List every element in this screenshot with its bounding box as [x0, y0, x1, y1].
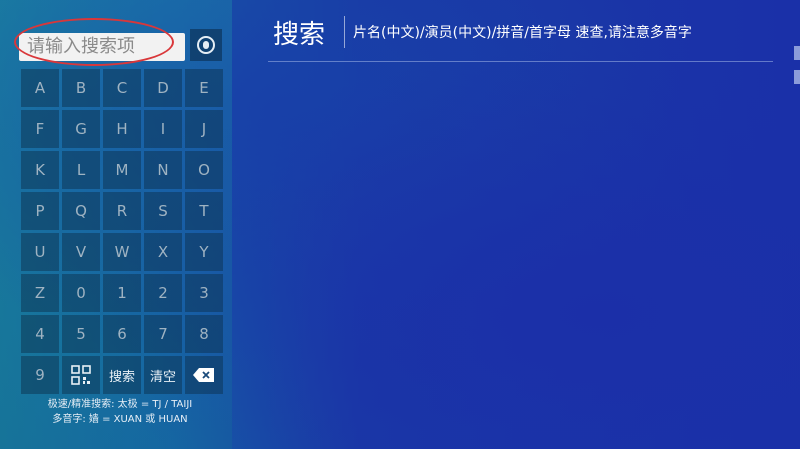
key-e[interactable]: E	[185, 69, 223, 107]
key-y[interactable]: Y	[185, 233, 223, 271]
key-t[interactable]: T	[185, 192, 223, 230]
header-divider	[268, 61, 773, 62]
key-7[interactable]: 7	[144, 315, 182, 353]
key-5[interactable]: 5	[62, 315, 100, 353]
voice-search-button[interactable]	[190, 29, 222, 61]
key-3[interactable]: 3	[185, 274, 223, 312]
search-key[interactable]: 搜索	[103, 356, 141, 394]
qr-code-icon	[71, 365, 91, 385]
key-a[interactable]: A	[21, 69, 59, 107]
key-1[interactable]: 1	[103, 274, 141, 312]
qr-code-button[interactable]	[62, 356, 100, 394]
key-2[interactable]: 2	[144, 274, 182, 312]
search-instructions: 片名(中文)/演员(中文)/拼音/首字母 速查,请注意多音字	[353, 25, 692, 41]
key-v[interactable]: V	[62, 233, 100, 271]
key-q[interactable]: Q	[62, 192, 100, 230]
key-g[interactable]: G	[62, 110, 100, 148]
key-s[interactable]: S	[144, 192, 182, 230]
key-f[interactable]: F	[21, 110, 59, 148]
key-m[interactable]: M	[103, 151, 141, 189]
side-tab	[794, 70, 800, 84]
title-divider	[344, 16, 345, 48]
key-0[interactable]: 0	[62, 274, 100, 312]
key-b[interactable]: B	[62, 69, 100, 107]
page-title: 搜索	[273, 20, 326, 50]
key-z[interactable]: Z	[21, 274, 59, 312]
key-d[interactable]: D	[144, 69, 182, 107]
key-4[interactable]: 4	[21, 315, 59, 353]
key-l[interactable]: L	[62, 151, 100, 189]
voice-search-icon	[197, 36, 215, 54]
key-h[interactable]: H	[103, 110, 141, 148]
key-u[interactable]: U	[21, 233, 59, 271]
key-w[interactable]: W	[103, 233, 141, 271]
key-8[interactable]: 8	[185, 315, 223, 353]
key-9[interactable]: 9	[21, 356, 59, 394]
key-c[interactable]: C	[103, 69, 141, 107]
key-6[interactable]: 6	[103, 315, 141, 353]
key-o[interactable]: O	[185, 151, 223, 189]
key-p[interactable]: P	[21, 192, 59, 230]
search-input[interactable]: 请输入搜索项	[19, 33, 185, 61]
key-x[interactable]: X	[144, 233, 182, 271]
clear-key[interactable]: 清空	[144, 356, 182, 394]
key-i[interactable]: I	[144, 110, 182, 148]
key-r[interactable]: R	[103, 192, 141, 230]
backspace-icon	[193, 368, 214, 382]
key-j[interactable]: J	[185, 110, 223, 148]
hint-line-1: 极速/精准搜索: 太极 = TJ / TAIJI	[47, 399, 193, 410]
key-n[interactable]: N	[144, 151, 182, 189]
backspace-key[interactable]	[185, 356, 223, 394]
side-tab	[794, 46, 800, 60]
key-k[interactable]: K	[21, 151, 59, 189]
hint-line-2: 多音字: 嫱 = XUAN 或 HUAN	[52, 414, 188, 425]
